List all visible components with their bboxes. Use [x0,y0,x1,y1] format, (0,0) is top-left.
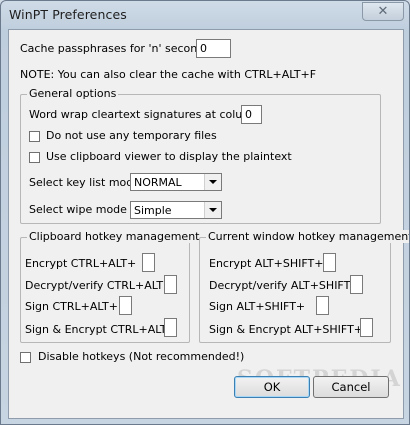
wordwrap-column-input[interactable]: 0 [241,105,262,124]
close-button[interactable]: ✕ [362,2,404,21]
wipe-mode-value: Simple [134,204,172,217]
hotkey-input-clip-encrypt[interactable] [142,253,155,272]
wipe-mode-label: Select wipe mode [29,203,127,216]
keylist-mode-label: Select key list mode [29,176,141,189]
dialog-body: Cache passphrases for 'n' seconds 0 NOTE… [8,29,409,419]
disable-hotkeys-label: Disable hotkeys (Not recommended!) [38,350,245,363]
hotkey-input-clip-decrypt[interactable] [164,275,177,294]
hotkey-label-win-sign: Sign ALT+SHIFT+ [209,300,306,313]
hotkey-label-win-encrypt: Encrypt ALT+SHIFT+ [209,257,324,270]
close-icon: ✕ [377,4,389,19]
hotkey-label-win-decrypt: Decrypt/verify ALT+SHIFT+ [209,279,360,292]
hotkey-input-win-sign-encrypt[interactable] [360,318,373,337]
hotkey-input-clip-sign-encrypt[interactable] [164,318,177,337]
hotkey-input-win-encrypt[interactable] [323,253,336,272]
clipboard-hotkey-legend: Clipboard hotkey management [27,230,202,243]
hotkey-input-clip-sign[interactable] [119,296,132,315]
hotkey-input-win-sign[interactable] [316,296,329,315]
wordwrap-label: Word wrap cleartext signatures at column [29,108,260,121]
window-hotkey-legend: Current window hotkey management [206,230,409,243]
hotkey-label-clip-sign: Sign CTRL+ALT+ [25,300,118,313]
title-bar[interactable]: WinPT Preferences ✕ [1,1,409,29]
keylist-mode-value: NORMAL [134,176,182,189]
window-title: WinPT Preferences [9,7,127,22]
clipboard-viewer-checkbox[interactable] [29,152,40,163]
chevron-down-icon[interactable] [204,202,221,218]
hotkey-label-clip-sign-encrypt: Sign & Encrypt CTRL+ALT+ [25,323,176,336]
general-options-legend: General options [27,87,119,100]
disable-hotkeys-checkbox[interactable] [20,352,31,363]
cache-seconds-input[interactable]: 0 [196,39,231,58]
ok-button[interactable]: OK [234,376,310,398]
hotkey-label-clip-encrypt: Encrypt CTRL+ALT+ [25,257,137,270]
no-temp-files-label: Do not use any temporary files [46,129,217,142]
hotkey-label-clip-decrypt: Decrypt/verify CTRL+ALT+ [25,279,173,292]
preferences-window: WinPT Preferences ✕ Cache passphrases fo… [0,0,410,425]
no-temp-files-checkbox[interactable] [29,131,40,142]
hotkey-label-win-sign-encrypt: Sign & Encrypt ALT+SHIFT+ [209,323,363,336]
cancel-button[interactable]: Cancel [313,376,389,398]
keylist-mode-select[interactable]: NORMAL [130,173,222,191]
cache-note: NOTE: You can also clear the cache with … [20,68,317,81]
chevron-down-icon[interactable] [204,174,221,190]
wipe-mode-select[interactable]: Simple [130,201,222,219]
cache-label: Cache passphrases for 'n' seconds [20,42,210,55]
clipboard-viewer-label: Use clipboard viewer to display the plai… [46,150,292,163]
hotkey-input-win-decrypt[interactable] [350,275,363,294]
